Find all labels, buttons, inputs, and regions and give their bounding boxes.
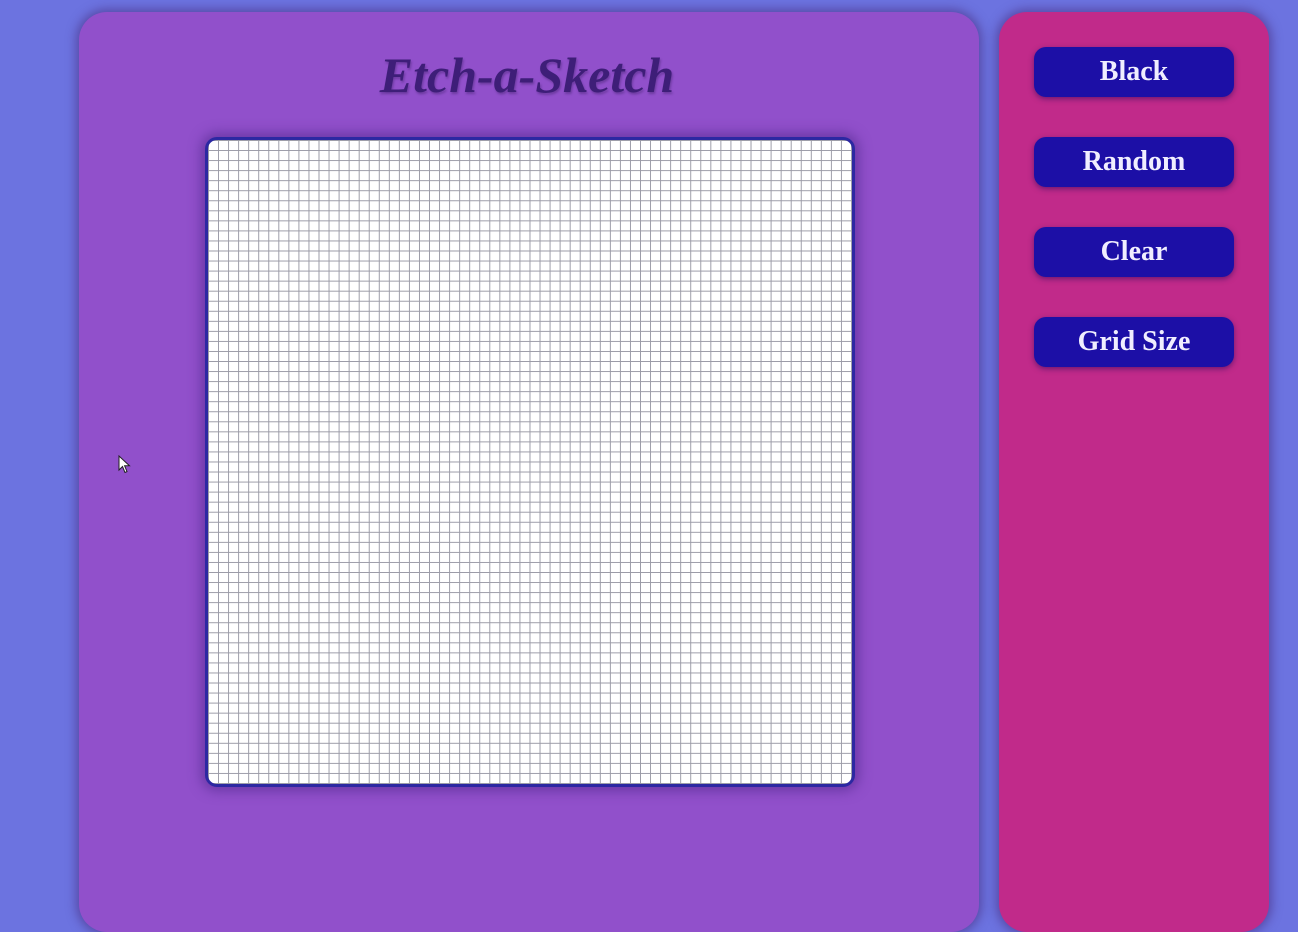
grid-size-button[interactable]: Grid Size [1034, 317, 1234, 367]
clear-button[interactable]: Clear [1034, 227, 1234, 277]
random-button[interactable]: Random [1034, 137, 1234, 187]
app-title: Etch-a-Sketch [379, 47, 675, 103]
sketch-panel: Etch-a-Sketch [79, 12, 979, 932]
sketch-grid[interactable] [205, 137, 855, 787]
black-button[interactable]: Black [1034, 47, 1234, 97]
mouse-pointer-icon [118, 455, 131, 474]
controls-panel: Black Random Clear Grid Size [999, 12, 1269, 932]
